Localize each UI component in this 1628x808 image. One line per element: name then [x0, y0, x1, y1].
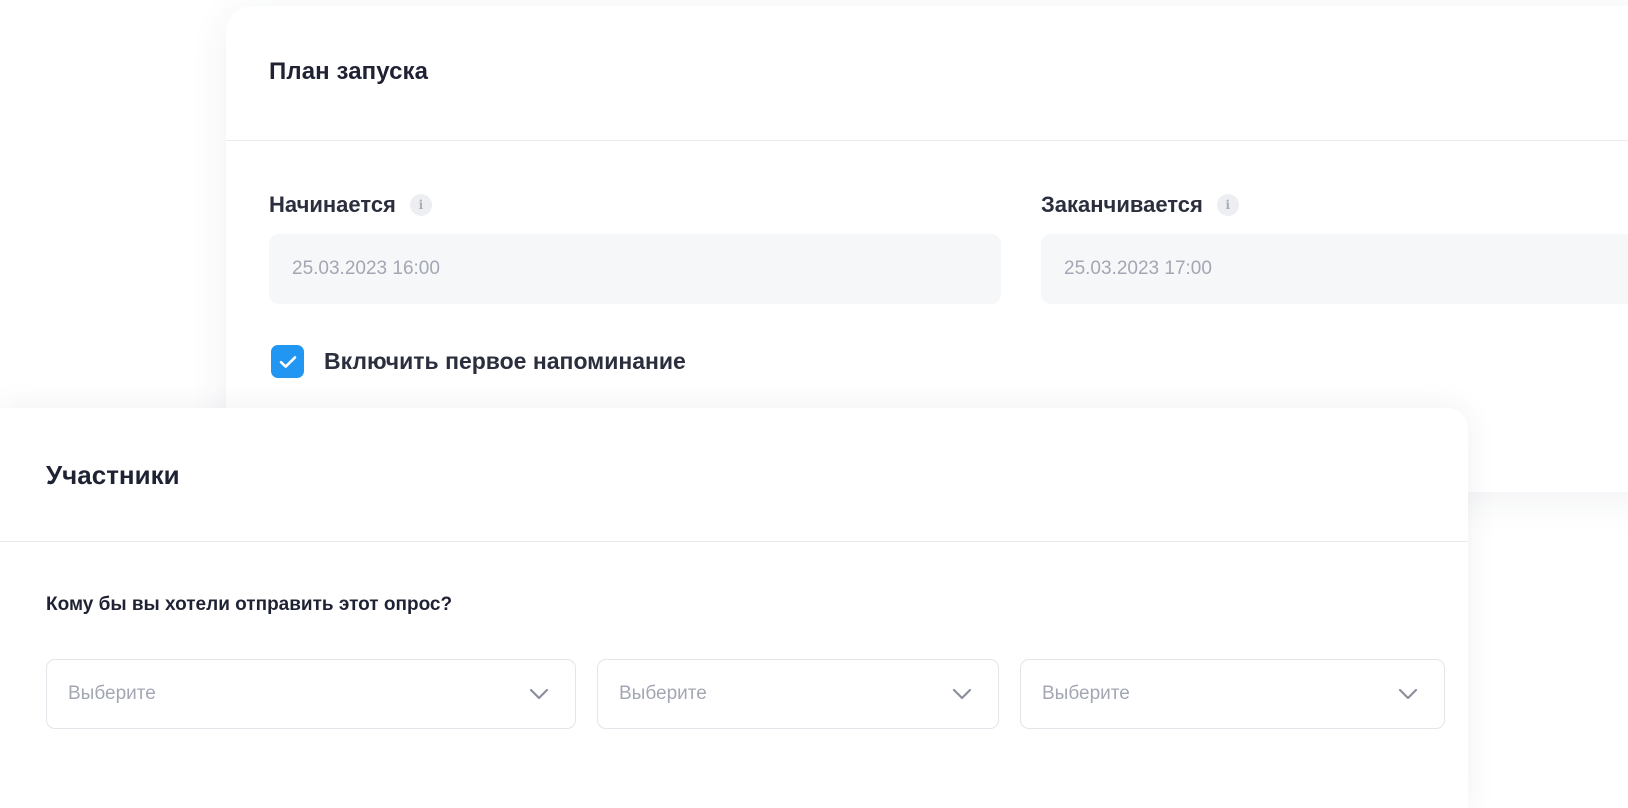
select-placeholder: Выберите	[68, 683, 156, 704]
divider	[226, 140, 1628, 141]
chevron-down-icon	[529, 688, 549, 700]
recipient-select-3[interactable]: Выберите	[1020, 659, 1445, 729]
recipient-select-2[interactable]: Выберите	[597, 659, 999, 729]
end-date-value: 25.03.2023 17:00	[1064, 258, 1212, 279]
reminder-option[interactable]: Включить первое напоминание	[271, 345, 686, 378]
checkmark-icon	[279, 355, 296, 368]
chevron-down-icon	[952, 688, 972, 700]
start-label-text: Начинается	[269, 192, 396, 217]
end-label: Заканчивается i	[1041, 192, 1239, 218]
end-label-text: Заканчивается	[1041, 192, 1203, 217]
select-placeholder: Выберите	[619, 683, 707, 704]
recipient-select-1[interactable]: Выберите	[46, 659, 576, 729]
reminder-label[interactable]: Включить первое напоминание	[324, 348, 686, 375]
start-label: Начинается i	[269, 192, 432, 218]
participants-card: Участники Кому бы вы хотели отправить эт…	[0, 408, 1468, 808]
select-placeholder: Выберите	[1042, 683, 1130, 704]
reminder-checkbox[interactable]	[271, 345, 304, 378]
divider	[0, 541, 1468, 542]
start-date-input[interactable]: 25.03.2023 16:00	[269, 234, 1001, 304]
recipients-question: Кому бы вы хотели отправить этот опрос?	[46, 594, 453, 615]
end-date-input[interactable]: 25.03.2023 17:00	[1041, 234, 1628, 304]
info-icon[interactable]: i	[409, 194, 432, 216]
participants-title: Участники	[46, 460, 180, 490]
info-icon[interactable]: i	[1216, 194, 1239, 216]
start-date-value: 25.03.2023 16:00	[292, 258, 440, 279]
chevron-down-icon	[1398, 688, 1418, 700]
launch-plan-title: План запуска	[269, 58, 429, 85]
